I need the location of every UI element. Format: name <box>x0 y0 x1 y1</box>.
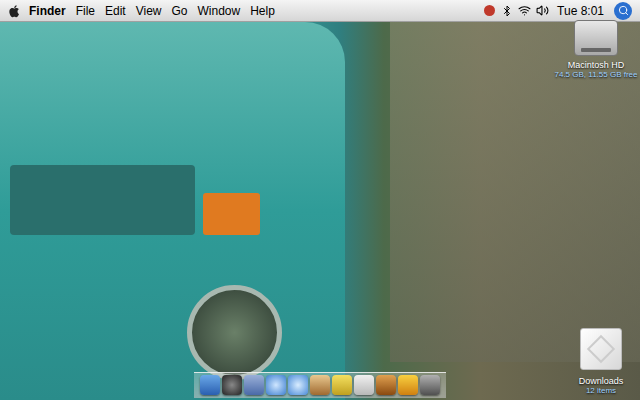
finder-icon[interactable] <box>200 375 220 395</box>
preview-icon[interactable] <box>354 375 374 395</box>
desktop-icon-info: 74.5 GB, 11.55 GB free <box>555 70 638 80</box>
safari-icon[interactable] <box>266 375 286 395</box>
wifi-icon[interactable] <box>518 4 531 17</box>
clock[interactable]: Tue 8:01 <box>557 2 604 20</box>
stack-label: Downloads <box>579 376 624 386</box>
app-icon[interactable] <box>398 375 418 395</box>
itunes-icon[interactable] <box>288 375 308 395</box>
menu-item[interactable]: View <box>136 2 162 20</box>
app-menu[interactable]: Finder <box>29 2 66 20</box>
garageband-icon[interactable] <box>376 375 396 395</box>
volume-icon[interactable] <box>536 4 549 17</box>
desktop: FinderFileEditViewGoWindowHelpTue 8:01Ma… <box>0 0 640 400</box>
apple-icon[interactable] <box>8 4 20 18</box>
spotlight-button[interactable] <box>614 2 632 20</box>
box-icon <box>580 328 622 370</box>
menu-bar: Finder File Edit View Go Window Help Tue 8:01 <box>0 0 640 22</box>
dashboard-icon[interactable] <box>222 375 242 395</box>
hard-drive-icon <box>574 20 618 56</box>
desktop-icon-label: Macintosh HD <box>568 60 625 70</box>
status-item-icon[interactable] <box>484 5 495 16</box>
mail-icon[interactable] <box>244 375 264 395</box>
trash-icon[interactable] <box>420 375 440 395</box>
stack-info: 12 items <box>586 386 616 396</box>
adium-icon[interactable] <box>332 375 352 395</box>
wallpaper <box>0 0 640 400</box>
bluetooth-icon[interactable] <box>501 5 513 17</box>
dock <box>194 372 446 398</box>
iphoto-icon[interactable] <box>310 375 330 395</box>
menu-item[interactable]: Window <box>198 2 241 20</box>
menu-item[interactable]: Go <box>172 2 188 20</box>
menu-item[interactable]: Edit <box>105 2 126 20</box>
menu-item[interactable]: Help <box>250 2 275 20</box>
search-icon <box>618 5 629 16</box>
downloads-stack[interactable]: Downloads12 items <box>565 328 637 396</box>
desktop-icon[interactable]: Macintosh HD74.5 GB, 11.55 GB free <box>555 20 637 80</box>
menu-item[interactable]: File <box>76 2 95 20</box>
